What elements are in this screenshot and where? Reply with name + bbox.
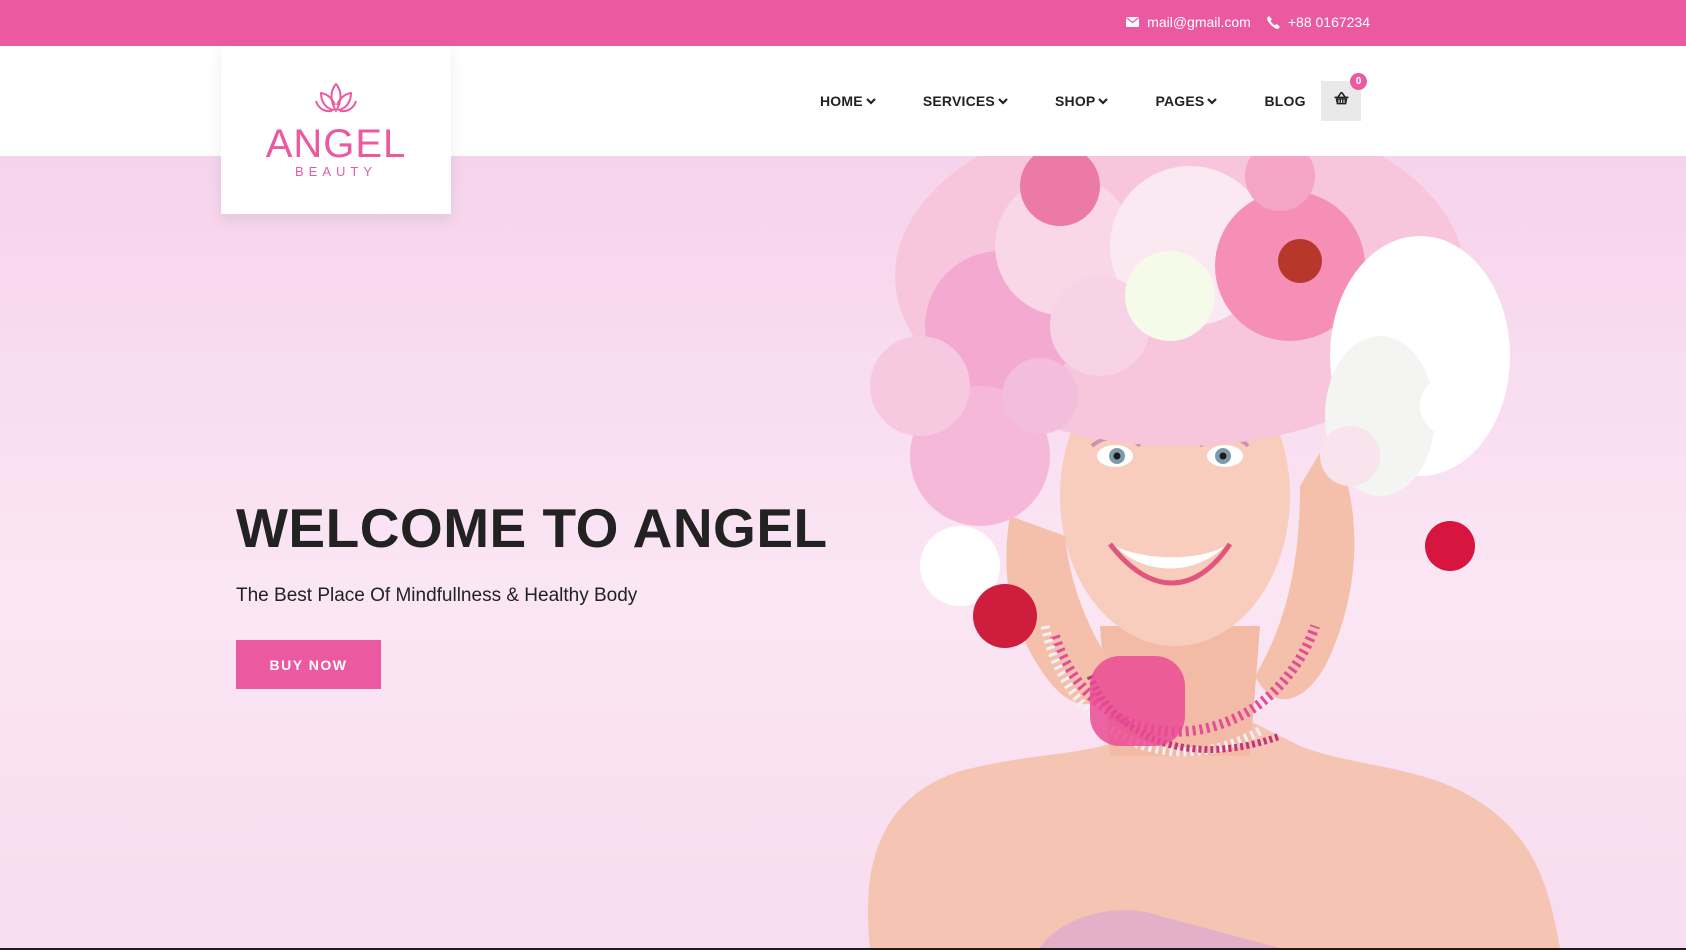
nav-item-label: SHOP [1054,93,1096,109]
nav-item-services[interactable]: SERVICES [923,93,1008,109]
logo-tagline: BEAUTY [294,164,377,179]
contact-info: mail@gmail.com +88 0167234 [1126,14,1370,30]
nav-item-label: SERVICES [922,93,995,109]
nav-item-pages[interactable]: PAGES [1155,93,1218,109]
nav-item-home[interactable]: HOME [820,93,876,109]
chevron-down-icon [866,97,876,105]
main-nav: HOME SERVICES SHOP PAGES BLOG [820,46,1306,156]
header: ANGEL BEAUTY HOME SERVICES SHOP PAGES BL… [0,46,1686,214]
cart-button[interactable]: 0 [1321,73,1367,121]
top-bar: mail@gmail.com +88 0167234 [0,0,1686,46]
chevron-down-icon [998,97,1008,105]
logo-name: ANGEL [265,122,407,166]
hero-photo [867,156,1560,948]
email-contact[interactable]: mail@gmail.com [1126,14,1251,30]
phone-text: +88 0167234 [1287,14,1370,30]
shopping-basket-icon [1334,92,1349,110]
lotus-icon [314,81,358,122]
envelope-icon [1126,17,1140,27]
nav-item-label: BLOG [1264,93,1306,109]
email-text: mail@gmail.com [1147,14,1251,30]
chevron-down-icon [1207,97,1218,105]
buy-now-button[interactable]: BUY NOW [236,640,381,689]
page: mail@gmail.com +88 0167234 ANGEL BEAUTY … [0,0,1686,950]
nav-item-label: PAGES [1155,93,1205,109]
nav-item-shop[interactable]: SHOP [1054,93,1109,109]
hero-title: WELCOME TO ANGEL [236,497,828,559]
nav-item-blog[interactable]: BLOG [1264,93,1305,109]
cart-count-badge: 0 [1350,73,1367,90]
chevron-down-icon [1098,97,1109,105]
nav-item-label: HOME [820,93,863,109]
hero-subtitle: The Best Place Of Mindfullness & Healthy… [236,585,638,606]
phone-contact[interactable]: +88 0167234 [1266,14,1370,30]
hero-section: WELCOME TO ANGEL The Best Place Of Mindf… [0,156,1686,948]
logo[interactable]: ANGEL BEAUTY [221,46,451,214]
phone-icon [1266,15,1280,29]
